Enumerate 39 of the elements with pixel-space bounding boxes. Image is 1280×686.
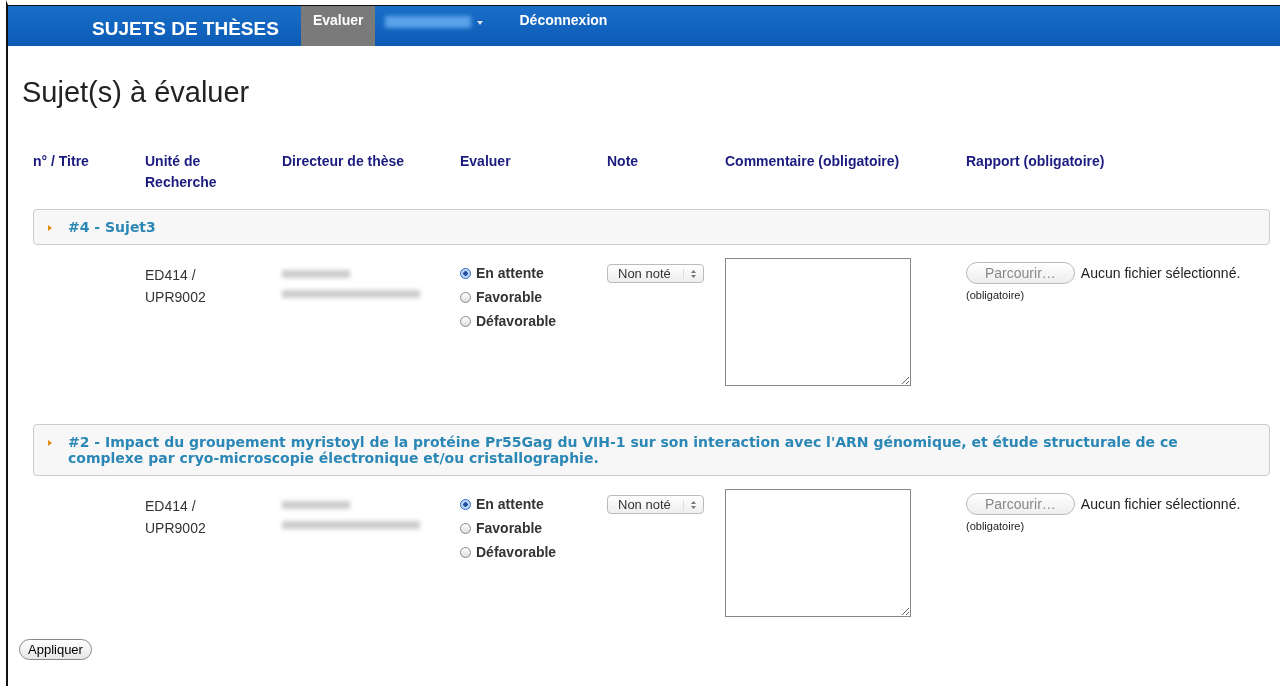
column-header: Evaluer [460, 152, 512, 171]
note-dropdown[interactable]: Non noté [607, 264, 704, 283]
page-title: Sujet(s) à évaluer [22, 76, 251, 109]
nav-link[interactable]: Déconnexion [507, 6, 620, 46]
required-hint: (obligatoire) [966, 289, 1026, 301]
nav-link[interactable]: Evaluer [300, 6, 376, 46]
caret-icon [477, 21, 484, 25]
site-title[interactable]: SUJETS DE THÈSES [92, 18, 279, 40]
expand-arrow-icon[interactable] [48, 440, 52, 446]
note-dropdown[interactable]: Non noté [607, 495, 704, 514]
stepper-arrows-icon [689, 499, 697, 510]
file-status: Aucun fichier sélectionné. [1080, 265, 1241, 281]
redacted-text [282, 501, 350, 509]
radio-option[interactable]: Défavorable [460, 544, 607, 560]
column-header: Commentaire (obligatoire) [725, 152, 901, 171]
column-header: Note [607, 152, 640, 171]
subject-header[interactable]: #4 - Sujet3 [33, 209, 1270, 245]
required-hint: (obligatoire) [966, 520, 1026, 532]
subject-title[interactable]: #4 - Sujet3 [68, 219, 156, 235]
radio-option[interactable]: En attente [460, 496, 607, 512]
comment-field[interactable] [725, 489, 911, 617]
file-status: Aucun fichier sélectionné. [1080, 496, 1241, 512]
radio-option[interactable]: En attente [460, 265, 607, 281]
apply-button[interactable]: Appliquer [19, 639, 92, 660]
research-unit: ED414 / UPR9002 [145, 497, 207, 538]
redacted-text [282, 270, 350, 278]
column-header: n° / Titre [33, 152, 90, 171]
column-header: Unité de Recherche [145, 152, 218, 192]
stepper-arrows-icon [689, 268, 697, 279]
radio-option[interactable]: Favorable [460, 289, 607, 305]
expand-arrow-icon[interactable] [48, 225, 52, 231]
research-unit: ED414 / UPR9002 [145, 266, 207, 307]
subject-header[interactable] [33, 424, 1270, 476]
column-header: Directeur de thèse [282, 152, 406, 171]
column-header: Rapport (obligatoire) [966, 152, 1106, 171]
radio-option[interactable]: Défavorable [460, 313, 607, 329]
subject-title[interactable]: #2 - Impact du groupement myristoyl de la protéine Pr55Gag du VIH-1 sur son interaction avec l'ARN génomique, et étude structurale de ce complexe par cryo-microscopie électronique et/ou cristallographie. [68, 434, 1178, 466]
radio-option[interactable]: Favorable [460, 520, 607, 536]
comment-field[interactable] [725, 258, 911, 386]
